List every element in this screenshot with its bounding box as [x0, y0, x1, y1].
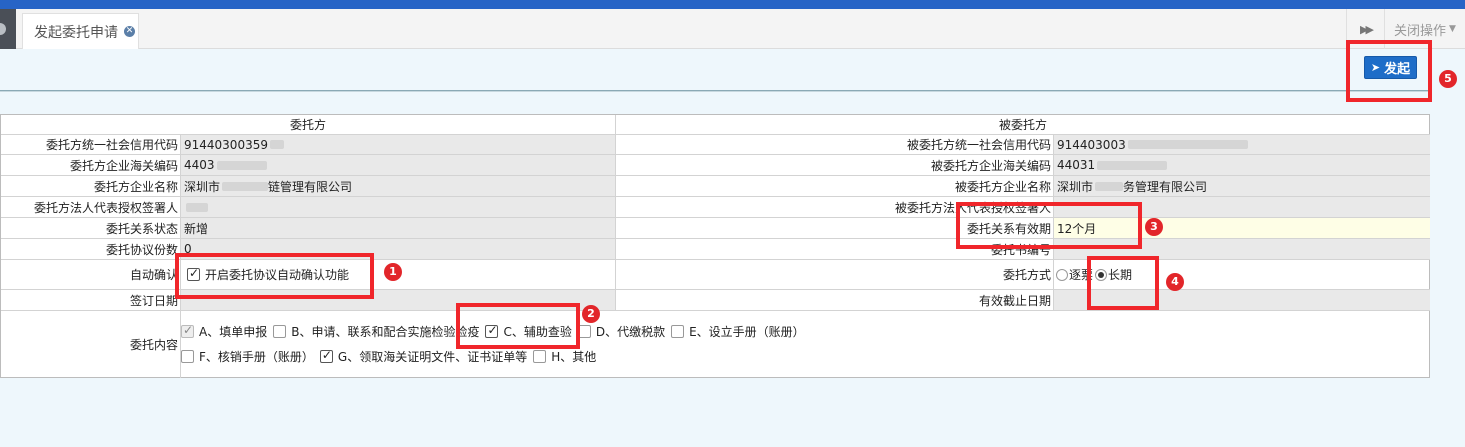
content-options-line-2: F、核销手册（账册） G、领取海关证明文件、证书证单等 H、其他	[181, 348, 602, 365]
annotation-badge-2: 2	[582, 305, 600, 323]
agent-customs-code-value: 44031	[1053, 155, 1430, 175]
customs-code-label: 委托方企业海关编码	[69, 158, 178, 173]
close-operations-label: 关闭操作	[1394, 23, 1447, 39]
customs-code-value: 4403	[180, 155, 615, 175]
content-option-a[interactable]: A、填单申报	[181, 323, 267, 340]
annotation-badge-3: 3	[1145, 218, 1163, 236]
tab-scroll-left[interactable]	[0, 9, 16, 49]
close-circle-icon	[0, 23, 6, 35]
table-row: 委托方企业名称 深圳市 链管理有限公司 被委托方企业名称 深圳市 务管理有限公司	[1, 176, 1430, 197]
expiry-date-label: 有效截止日期	[615, 290, 1053, 310]
relation-status-label: 委托关系状态	[105, 221, 178, 236]
principal-header: 委托方	[289, 118, 326, 132]
content-option-f[interactable]: F、核销手册（账册）	[181, 348, 314, 365]
table-header-row: 委托方 被委托方	[1, 115, 1430, 135]
auto-confirm-label: 自动确认	[129, 268, 178, 282]
highlight-box-assist-inspection	[456, 303, 580, 349]
table-row: 委托关系状态 新增 委托关系有效期 12个月	[1, 218, 1430, 239]
content-option-h[interactable]: H、其他	[533, 348, 596, 365]
highlight-box-validity	[956, 202, 1142, 249]
relation-status-value: 新增	[180, 218, 615, 238]
highlight-box-long-term	[1087, 256, 1159, 310]
company-name-value: 深圳市 链管理有限公司	[180, 176, 615, 196]
table-row: 委托内容 A、填单申报 B、申请、联系和配合实施检验检疫 C、辅助查验 D、代缴…	[1, 311, 1430, 378]
agent-credit-code-value: 914403003	[1053, 135, 1430, 154]
table-row: 委托方企业海关编码 4403 被委托方企业海关编码 44031	[1, 155, 1430, 176]
legal-rep-label: 委托方法人代表授权签署人	[33, 200, 178, 215]
close-circle-icon[interactable]: ✕	[124, 26, 135, 37]
credit-code-value: 91440300359	[180, 135, 615, 154]
content-option-b[interactable]: B、申请、联系和配合实施检验检疫	[273, 323, 479, 340]
entrust-form-table: 委托方 被委托方 委托方统一社会信用代码 91440300359 被委托方统一社…	[0, 114, 1430, 378]
table-row: 委托方统一社会信用代码 91440300359 被委托方统一社会信用代码 914…	[1, 135, 1430, 155]
top-header-bar	[0, 0, 1465, 9]
table-row: 委托方法人代表授权签署人 被委托方法人代表授权签署人	[1, 197, 1430, 218]
agreement-copies-label: 委托协议份数	[105, 242, 178, 257]
agent-customs-code-label: 被委托方企业海关编码	[615, 155, 1053, 175]
company-name-label: 委托方企业名称	[93, 179, 178, 194]
checkbox-f[interactable]	[181, 350, 194, 363]
checkbox-a[interactable]	[181, 323, 194, 338]
agent-header: 被委托方	[615, 115, 1430, 134]
entrust-content-label: 委托内容	[129, 338, 178, 352]
entrust-mode-label: 委托方式	[615, 260, 1053, 289]
checkbox-h[interactable]	[533, 350, 547, 363]
entrust-content-cell	[180, 311, 1430, 378]
checkbox-e[interactable]	[671, 325, 685, 338]
mode-per-ticket-radio[interactable]	[1056, 268, 1068, 281]
checkbox-g[interactable]	[319, 348, 333, 363]
highlight-box-auto-confirm	[175, 253, 374, 299]
tab-launch-request[interactable]: 发起委托申请 ✕	[22, 13, 139, 49]
chevron-down-icon: ▼	[1449, 24, 1456, 34]
tab-label: 发起委托申请	[34, 24, 118, 41]
sign-date-label: 签订日期	[129, 293, 178, 308]
credit-code-label: 委托方统一社会信用代码	[45, 138, 178, 152]
tab-bar: 发起委托申请 ✕ ▶▶ 关闭操作 ▼	[0, 9, 1465, 49]
highlight-box-launch	[1346, 40, 1432, 102]
content-option-d[interactable]: D、代缴税款	[577, 323, 665, 340]
content-option-g[interactable]: G、领取海关证明文件、证书证单等	[319, 348, 527, 365]
agent-company-name-label: 被委托方企业名称	[615, 176, 1053, 196]
legal-rep-value	[180, 197, 615, 217]
divider	[0, 90, 1429, 92]
annotation-badge-1: 1	[384, 263, 402, 281]
annotation-badge-5: 5	[1439, 70, 1457, 88]
agent-credit-code-label: 被委托方统一社会信用代码	[615, 135, 1053, 154]
checkbox-b[interactable]	[273, 325, 287, 338]
agent-company-name-value: 深圳市 务管理有限公司	[1053, 176, 1430, 196]
annotation-badge-4: 4	[1166, 273, 1184, 291]
content-option-e[interactable]: E、设立手册（账册）	[671, 323, 805, 340]
